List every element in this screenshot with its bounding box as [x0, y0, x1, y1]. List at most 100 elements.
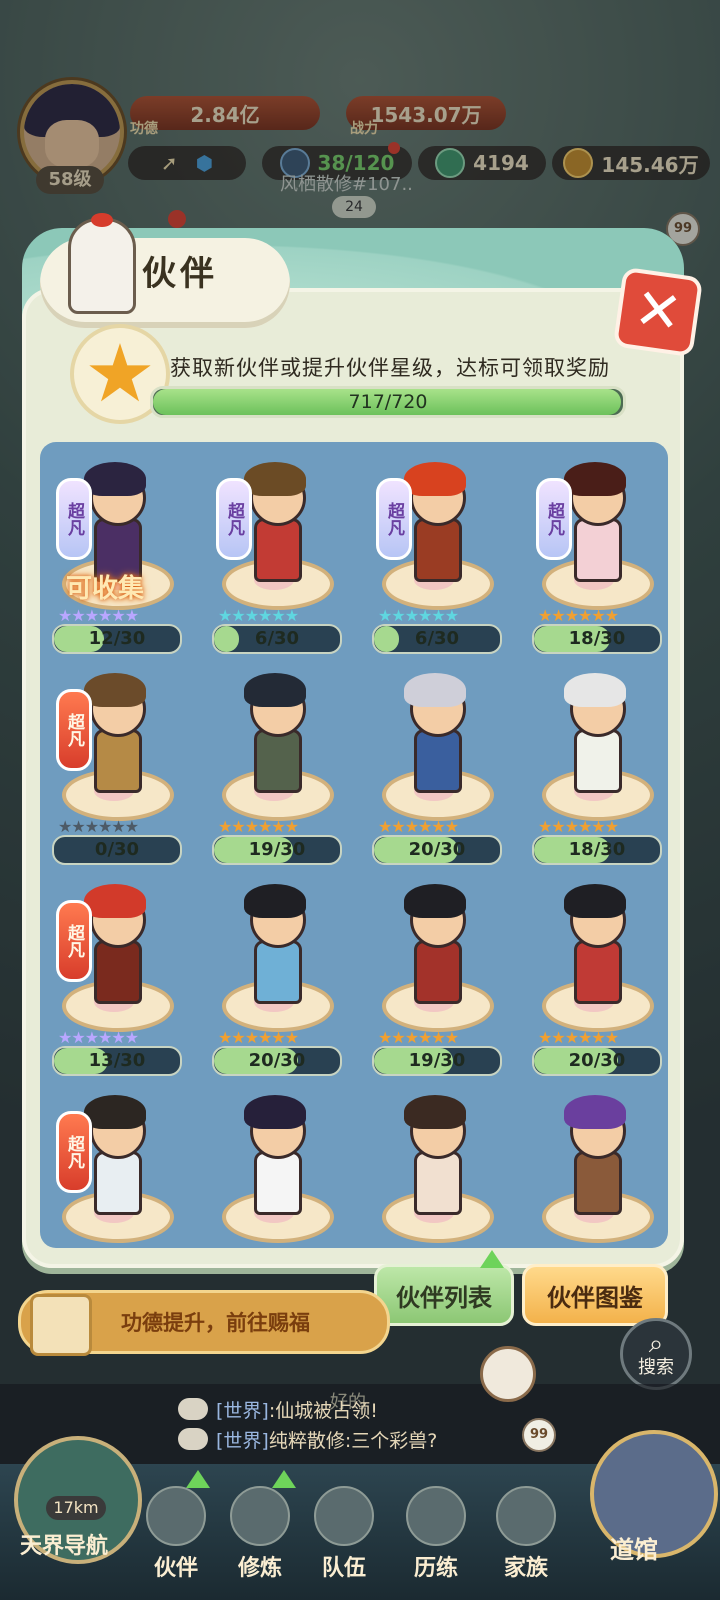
- partner-card[interactable]: 超凡: [44, 1089, 184, 1248]
- partner-progress-bar: 18/30: [532, 835, 662, 865]
- star-rating: ★★★★★★: [218, 817, 299, 836]
- upgrade-arrow-icon: [186, 1470, 210, 1488]
- distance-label: 17km: [46, 1496, 106, 1520]
- partner-progress-label: 20/30: [568, 1050, 626, 1071]
- panel-title: 伙伴: [142, 254, 218, 294]
- partner-card[interactable]: 超凡 ★★★★★★ 0/30: [44, 667, 184, 867]
- search-button[interactable]: ⌕ 搜索: [620, 1318, 692, 1390]
- star-rating: ★★★★★★: [378, 817, 459, 836]
- chat-badge: 99: [522, 1418, 556, 1452]
- chat-channel: [世界]: [216, 1400, 269, 1422]
- partner-card[interactable]: [364, 1089, 504, 1248]
- close-icon: ✕: [630, 276, 686, 347]
- partner-card[interactable]: ★★★★★★ 18/30: [524, 667, 664, 867]
- scroll-icon: [30, 1294, 92, 1356]
- close-button[interactable]: ✕: [612, 266, 704, 358]
- star-rating: ★★★★★★: [218, 606, 299, 625]
- partner-progress-bar: 13/30: [52, 1046, 182, 1076]
- dojo-label: 道馆: [610, 1536, 658, 1564]
- partner-figure: [560, 884, 630, 1004]
- partner-card[interactable]: 超凡 ★★★★★★ 6/30: [364, 456, 504, 656]
- team-icon: [314, 1486, 374, 1546]
- partner-progress-bar: 20/30: [532, 1046, 662, 1076]
- partner-card[interactable]: [524, 1089, 664, 1248]
- star-rating: ★★★★★★: [378, 1028, 459, 1047]
- chat-message: 纯粹散修:三个彩兽?: [268, 1430, 438, 1452]
- partner-progress-label: 20/30: [248, 1050, 306, 1071]
- tab-partner-list[interactable]: 伙伴列表: [374, 1264, 514, 1326]
- collection-progress-label: 717/720: [348, 391, 428, 413]
- partner-figure: [240, 884, 310, 1004]
- partner-figure: [560, 673, 630, 793]
- rarity-tag: 超凡: [56, 1111, 92, 1193]
- partner-figure: [400, 1095, 470, 1215]
- partner-progress-label: 6/30: [254, 628, 300, 649]
- partner-card[interactable]: ★★★★★★ 19/30: [364, 878, 504, 1078]
- partner-grid: 超凡 可收集 ★★★★★★ 12/30 超凡 ★★★★★★ 6/30 超凡 ★★★★★★ 6/30…: [40, 442, 668, 1248]
- partner-card[interactable]: ★★★★★★ 20/30: [204, 878, 344, 1078]
- partner-figure: [560, 1095, 630, 1215]
- chat-line-2: [世界]纯粹散修:三个彩兽?: [216, 1426, 437, 1453]
- nav-item-partner[interactable]: 伙伴: [136, 1486, 216, 1586]
- partner-figure: [240, 673, 310, 793]
- partner-progress-label: 0/30: [94, 839, 140, 860]
- partner-figure: [400, 884, 470, 1004]
- partner-progress-label: 12/30: [88, 628, 146, 649]
- partner-card[interactable]: 超凡 ★★★★★★ 18/30: [524, 456, 664, 656]
- sky-nav-label: 天界导航: [20, 1534, 109, 1559]
- partner-figure: [240, 1095, 310, 1215]
- partner-progress-bar: 0/30: [52, 835, 182, 865]
- partner-card[interactable]: 超凡 ★★★★★★ 13/30: [44, 878, 184, 1078]
- nav-item-adventure[interactable]: 历练: [396, 1486, 476, 1586]
- tab-partner-book[interactable]: 伙伴图鉴: [522, 1264, 668, 1326]
- search-label: 搜索: [638, 1357, 674, 1378]
- upgrade-arrow-icon: [272, 1470, 296, 1488]
- rarity-tag: 超凡: [376, 478, 412, 560]
- star-rating: ★★★★★★: [538, 817, 619, 836]
- partner-card[interactable]: ★★★★★★ 20/30: [524, 878, 664, 1078]
- rarity-tag: 超凡: [216, 478, 252, 560]
- rarity-tag: 超凡: [56, 478, 92, 560]
- partner-progress-bar: 20/30: [372, 835, 502, 865]
- partner-figure: [400, 673, 470, 793]
- partner-progress-label: 19/30: [248, 839, 306, 860]
- star-rating: ★★★★★★: [378, 606, 459, 625]
- partner-progress-bar: 6/30: [372, 624, 502, 654]
- chat-message: :仙城被占领!: [268, 1400, 378, 1422]
- rarity-tag: 超凡: [56, 900, 92, 982]
- nav-item-family[interactable]: 家族: [486, 1486, 566, 1586]
- star-rating: ★★★★★★: [58, 1028, 139, 1047]
- star-rating: ★★★★★★: [58, 817, 139, 836]
- collectable-label[interactable]: 可收集: [66, 568, 144, 605]
- partner-card[interactable]: 超凡 ★★★★★★ 6/30: [204, 456, 344, 656]
- partner-card[interactable]: [204, 1089, 344, 1248]
- partner-icon: [146, 1486, 206, 1546]
- star-rating: ★★★★★★: [218, 1028, 299, 1047]
- partner-progress-label: 18/30: [568, 839, 626, 860]
- food-bowl-icon[interactable]: [480, 1346, 536, 1402]
- partner-progress-bar: 18/30: [532, 624, 662, 654]
- partner-progress-label: 6/30: [414, 628, 460, 649]
- rarity-tag: 超凡: [536, 478, 572, 560]
- rarity-tag: 超凡: [56, 689, 92, 771]
- partner-card[interactable]: 超凡可收集 ★★★★★★ 12/30: [44, 456, 184, 656]
- goal-text: 获取新伙伴或提升伙伴星级，达标可领取奖励: [170, 356, 610, 380]
- partner-panel: 伙伴 ✕ ★ 获取新伙伴或提升伙伴星级，达标可领取奖励 717/720 超凡 可收…: [22, 213, 704, 1268]
- partner-progress-bar: 6/30: [212, 624, 342, 654]
- magnifier-icon: ⌕: [648, 1329, 664, 1359]
- partner-card[interactable]: ★★★★★★ 20/30: [364, 667, 504, 867]
- partner-card[interactable]: ★★★★★★ 19/30: [204, 667, 344, 867]
- nav-item-cultivate[interactable]: 修炼: [220, 1486, 300, 1586]
- upgrade-arrow-icon: [480, 1250, 504, 1268]
- chat-channel: [世界]: [216, 1430, 269, 1452]
- cultivate-icon: [230, 1486, 290, 1546]
- nav-item-team[interactable]: 队伍: [304, 1486, 384, 1586]
- chat-line-1: [世界]:仙城被占领!: [216, 1396, 378, 1423]
- partner-progress-label: 18/30: [568, 628, 626, 649]
- collection-progress-bar: 717/720: [150, 386, 626, 418]
- chat-bubble-icon: [178, 1398, 208, 1420]
- star-rating: ★★★★★★: [58, 606, 139, 625]
- crane-mascot-icon: [68, 213, 136, 314]
- partner-progress-bar: 12/30: [52, 624, 182, 654]
- chat-bubble-icon: [178, 1428, 208, 1450]
